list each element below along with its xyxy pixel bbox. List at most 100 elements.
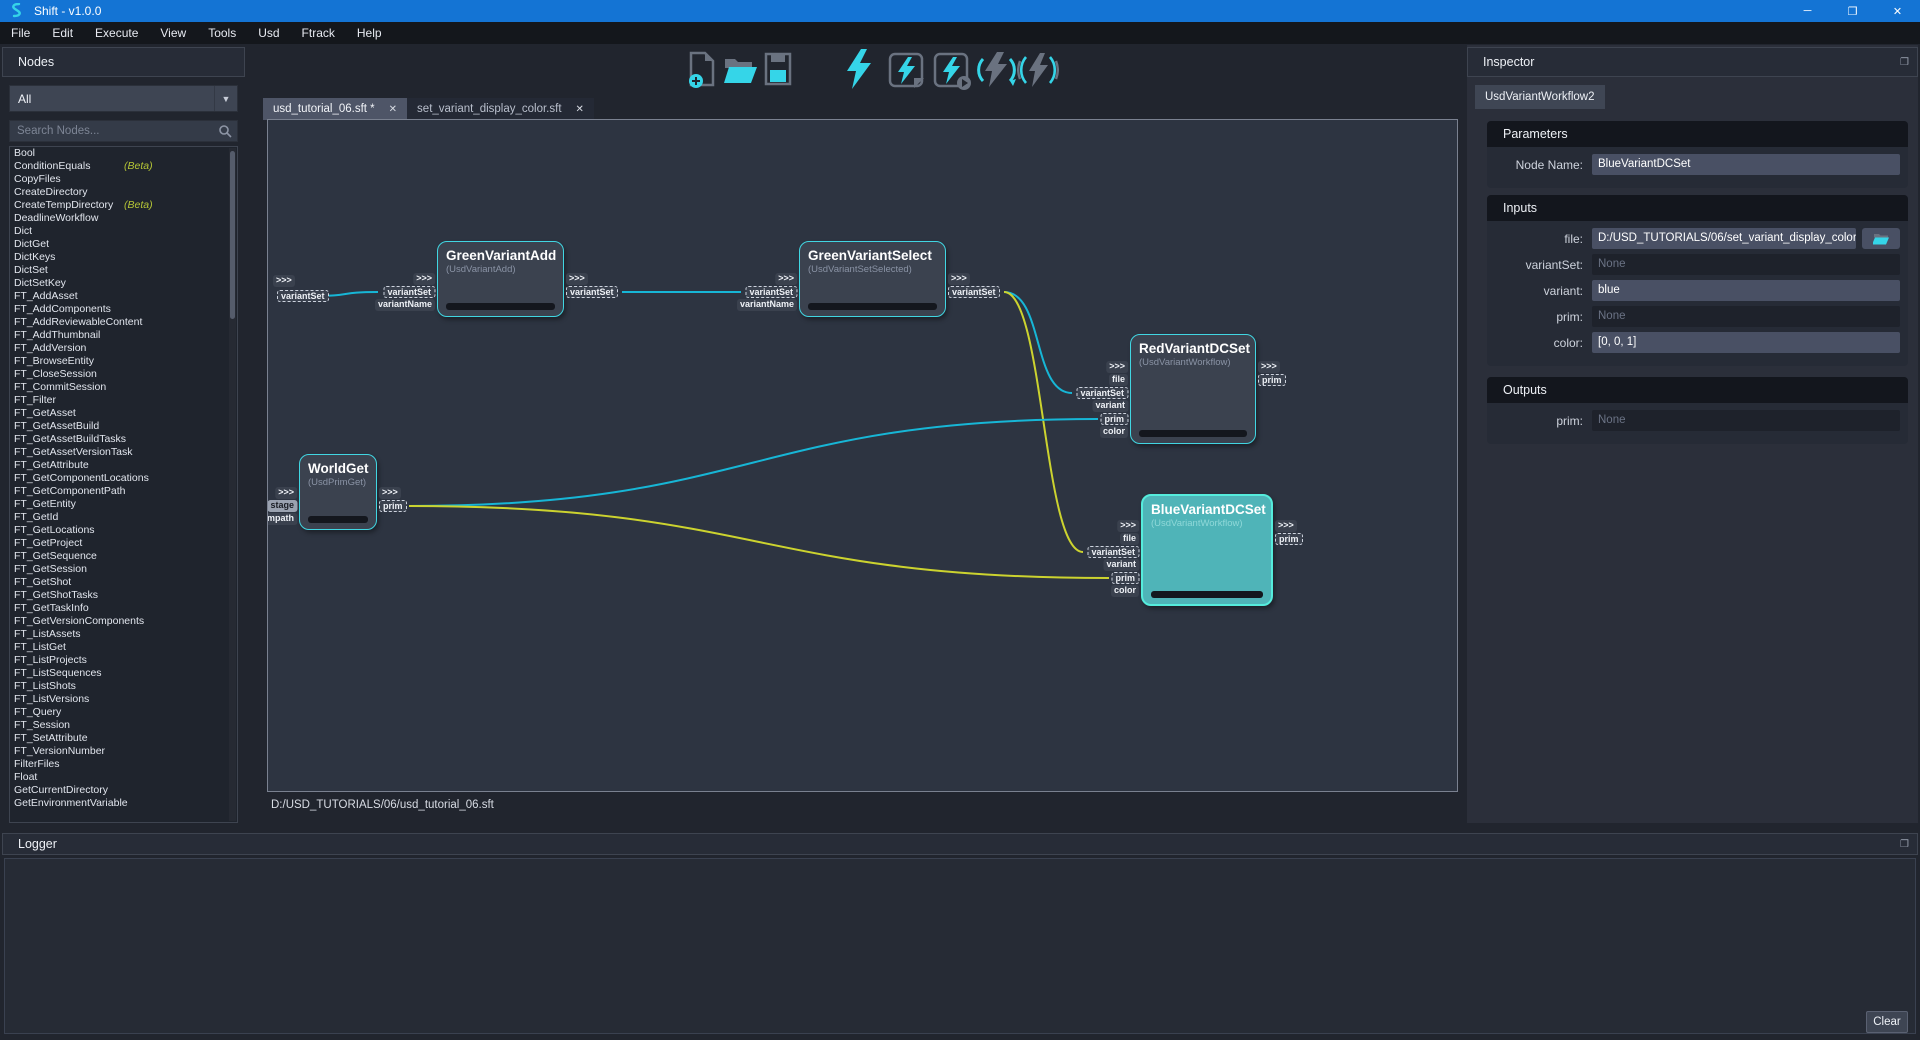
wire-yellow[interactable] <box>409 506 1109 578</box>
execute-cycle-icon[interactable] <box>977 49 1017 91</box>
port-exec[interactable]: >>> <box>1117 520 1139 532</box>
minimize-button[interactable]: ─ <box>1785 0 1830 22</box>
node-WorldGet[interactable]: WorldGet(UsdPrimGet) <box>299 454 377 530</box>
list-item[interactable]: FT_SetAttribute <box>10 732 237 745</box>
port-prim[interactable]: prim <box>1100 413 1128 425</box>
port-color[interactable]: color <box>1111 585 1139 597</box>
list-item[interactable]: FT_CommitSession <box>10 381 237 394</box>
wire-cyan[interactable] <box>1004 292 1072 393</box>
port-stage[interactable]: stage <box>267 500 297 512</box>
list-item[interactable]: Dict <box>10 225 237 238</box>
close-button[interactable]: ✕ <box>1875 0 1920 22</box>
list-item[interactable]: FT_GetSession <box>10 563 237 576</box>
detach-icon[interactable]: ❐ <box>1900 57 1909 68</box>
list-item[interactable]: FT_GetSequence <box>10 550 237 563</box>
port-exec[interactable]: >>> <box>273 275 295 287</box>
list-item[interactable]: FT_Query <box>10 706 237 719</box>
port-exec[interactable]: >>> <box>275 487 297 499</box>
list-item[interactable]: DictGet <box>10 238 237 251</box>
port-variantSet[interactable]: variantSet <box>383 286 435 298</box>
tab-usd-tutorial-06-sft-[interactable]: usd_tutorial_06.sft *✕ <box>263 98 407 120</box>
port-exec[interactable]: >>> <box>566 273 588 285</box>
port-file[interactable]: file <box>1109 374 1128 386</box>
menu-help[interactable]: Help <box>346 22 393 44</box>
port-color[interactable]: color <box>1100 426 1128 438</box>
field-file[interactable]: D:/USD_TUTORIALS/06/set_variant_display_… <box>1592 228 1856 249</box>
node-GreenVariantSelect[interactable]: GreenVariantSelect(UsdVariantSetSelected… <box>799 241 946 317</box>
chevron-down-icon[interactable]: ▼ <box>214 86 237 111</box>
list-item[interactable]: FT_GetShotTasks <box>10 589 237 602</box>
field-variant[interactable]: blue <box>1592 280 1900 301</box>
node-GreenVariantAdd[interactable]: GreenVariantAdd(UsdVariantAdd) <box>437 241 564 317</box>
port-exec[interactable]: >>> <box>1258 361 1280 373</box>
port-file[interactable]: file <box>1120 533 1139 545</box>
port-variantSet[interactable]: variantSet <box>566 286 618 298</box>
list-item[interactable]: FT_GetComponentLocations <box>10 472 237 485</box>
port-variantSet[interactable]: variantSet <box>745 286 797 298</box>
port-exec[interactable]: >>> <box>775 273 797 285</box>
new-file-icon[interactable] <box>687 51 717 89</box>
menu-ftrack[interactable]: Ftrack <box>291 22 346 44</box>
list-item[interactable]: ConditionEquals(Beta) <box>10 160 237 173</box>
list-item[interactable]: FT_Session <box>10 719 237 732</box>
port-variant[interactable]: variant <box>1103 559 1139 571</box>
list-item[interactable]: FT_ListShots <box>10 680 237 693</box>
list-item[interactable]: FT_VersionNumber <box>10 745 237 758</box>
port-prim[interactable]: prim <box>1275 533 1303 545</box>
menu-usd[interactable]: Usd <box>247 22 290 44</box>
list-item[interactable]: FT_GetVersionComponents <box>10 615 237 628</box>
port-primpath[interactable]: primpath <box>267 513 297 525</box>
list-item[interactable]: Bool <box>10 147 237 160</box>
list-item[interactable]: FT_GetLocations <box>10 524 237 537</box>
menu-edit[interactable]: Edit <box>41 22 84 44</box>
list-item[interactable]: FT_ListProjects <box>10 654 237 667</box>
list-item[interactable]: DictSetKey <box>10 277 237 290</box>
list-item[interactable]: FT_CloseSession <box>10 368 237 381</box>
menu-execute[interactable]: Execute <box>84 22 149 44</box>
node-graph-canvas[interactable]: GreenVariantAdd(UsdVariantAdd)>>>variant… <box>267 119 1458 792</box>
list-item[interactable]: DictKeys <box>10 251 237 264</box>
port-variantSet[interactable]: variantSet <box>1076 387 1128 399</box>
list-item[interactable]: FT_AddReviewableContent <box>10 316 237 329</box>
node-BlueVariantDCSet[interactable]: BlueVariantDCSet(UsdVariantWorkflow) <box>1141 494 1273 606</box>
execute-frame-play-icon[interactable] <box>933 52 973 90</box>
list-item[interactable]: CreateDirectory <box>10 186 237 199</box>
node-RedVariantDCSet[interactable]: RedVariantDCSet(UsdVariantWorkflow) <box>1130 334 1256 444</box>
open-file-icon[interactable] <box>723 55 759 85</box>
port-exec[interactable]: >>> <box>379 487 401 499</box>
menu-view[interactable]: View <box>149 22 197 44</box>
clear-button[interactable]: Clear <box>1866 1011 1908 1033</box>
list-item[interactable]: DictSet <box>10 264 237 277</box>
port-variantSet[interactable]: variantSet <box>277 290 329 302</box>
list-item[interactable]: GetCurrentDirectory <box>10 784 237 797</box>
list-item[interactable]: FT_AddThumbnail <box>10 329 237 342</box>
list-item[interactable]: FT_GetShot <box>10 576 237 589</box>
tab-set-variant-display-color-sft[interactable]: set_variant_display_color.sft✕ <box>407 98 594 120</box>
list-item[interactable]: FT_GetEntity <box>10 498 237 511</box>
logger-output[interactable] <box>4 858 1916 1034</box>
list-item[interactable]: DeadlineWorkflow <box>10 212 237 225</box>
save-file-icon[interactable] <box>763 52 793 86</box>
list-item[interactable]: FT_BrowseEntity <box>10 355 237 368</box>
list-item[interactable]: Float <box>10 771 237 784</box>
port-variantName[interactable]: variantName <box>375 299 435 311</box>
list-item[interactable]: FT_GetAssetBuildTasks <box>10 433 237 446</box>
list-item[interactable]: FT_GetId <box>10 511 237 524</box>
detach-icon[interactable]: ❐ <box>1900 839 1909 850</box>
port-exec[interactable]: >>> <box>413 273 435 285</box>
port-variantSet[interactable]: variantSet <box>1087 546 1139 558</box>
wire-yellow[interactable] <box>1004 292 1083 552</box>
list-item[interactable]: FT_GetAsset <box>10 407 237 420</box>
port-variantName[interactable]: variantName <box>737 299 797 311</box>
list-item[interactable]: FilterFiles <box>10 758 237 771</box>
list-item[interactable]: FT_GetAssetBuild <box>10 420 237 433</box>
list-item[interactable]: FT_AddComponents <box>10 303 237 316</box>
list-item[interactable]: FT_ListGet <box>10 641 237 654</box>
wire-cyan[interactable] <box>409 419 1098 506</box>
port-exec[interactable]: >>> <box>948 273 970 285</box>
node-search-input[interactable]: Search Nodes... <box>9 120 238 142</box>
list-item[interactable]: FT_ListVersions <box>10 693 237 706</box>
list-item[interactable]: FT_GetTaskInfo <box>10 602 237 615</box>
list-item[interactable]: CopyFiles <box>10 173 237 186</box>
list-item[interactable]: FT_Filter <box>10 394 237 407</box>
